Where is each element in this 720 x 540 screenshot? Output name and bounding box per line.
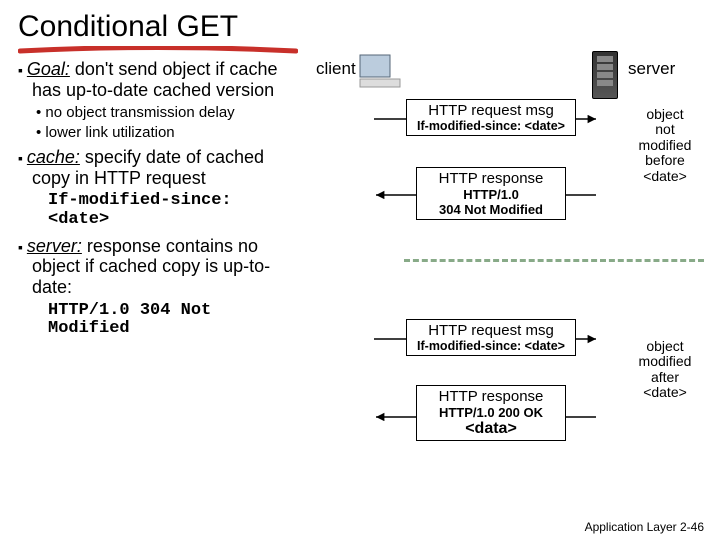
bullet-column: Goal: don't send object if cache has up-… [18, 59, 288, 339]
separator-line [404, 259, 704, 262]
resp1-line1: HTTP/1.0 [421, 187, 561, 202]
diagram-area: client server HTTP request msg If-modifi… [296, 59, 702, 339]
resp2-title: HTTP response [421, 388, 561, 405]
client-label: client [316, 59, 356, 79]
client-icon [358, 53, 406, 89]
note-not-modified: object not modified before <date> [630, 107, 700, 184]
req2-title: HTTP request msg [411, 322, 571, 339]
req2-sub: If-modified-since: <date> [411, 339, 571, 353]
cache-code: If-modified-since: <date> [18, 192, 288, 229]
server-icon [592, 51, 618, 99]
bullet-cache: cache: specify date of cached copy in HT… [18, 147, 288, 188]
footer: Application Layer 2-46 [585, 520, 704, 534]
slide-title: Conditional GET [18, 10, 702, 44]
footer-page: 2-46 [680, 520, 704, 534]
note-modified: object modified after <date> [630, 339, 700, 401]
server-label: server [628, 59, 675, 79]
goal-label: Goal: [27, 59, 70, 79]
response-box-1: HTTP response HTTP/1.0 304 Not Modified [416, 167, 566, 220]
sub-bullet-1: no object transmission delay [18, 104, 288, 121]
request-box-1: HTTP request msg If-modified-since: <dat… [406, 99, 576, 136]
resp2-data: <data> [421, 420, 561, 438]
resp1-title: HTTP response [421, 170, 561, 187]
server-code: HTTP/1.0 304 Not Modified [18, 302, 288, 339]
request-box-2: HTTP request msg If-modified-since: <dat… [406, 319, 576, 356]
footer-text: Application Layer [585, 520, 677, 534]
cache-label: cache: [27, 147, 80, 167]
server-label: server: [27, 236, 82, 256]
resp2-line1: HTTP/1.0 200 OK [421, 405, 561, 420]
sub-bullet-2: lower link utilization [18, 124, 288, 141]
bullet-goal: Goal: don't send object if cache has up-… [18, 59, 288, 100]
req1-title: HTTP request msg [411, 102, 571, 119]
bullet-server: server: response contains no object if c… [18, 236, 288, 298]
req1-sub: If-modified-since: <date> [411, 119, 571, 133]
response-box-2: HTTP response HTTP/1.0 200 OK <data> [416, 385, 566, 441]
resp1-line2: 304 Not Modified [421, 202, 561, 217]
